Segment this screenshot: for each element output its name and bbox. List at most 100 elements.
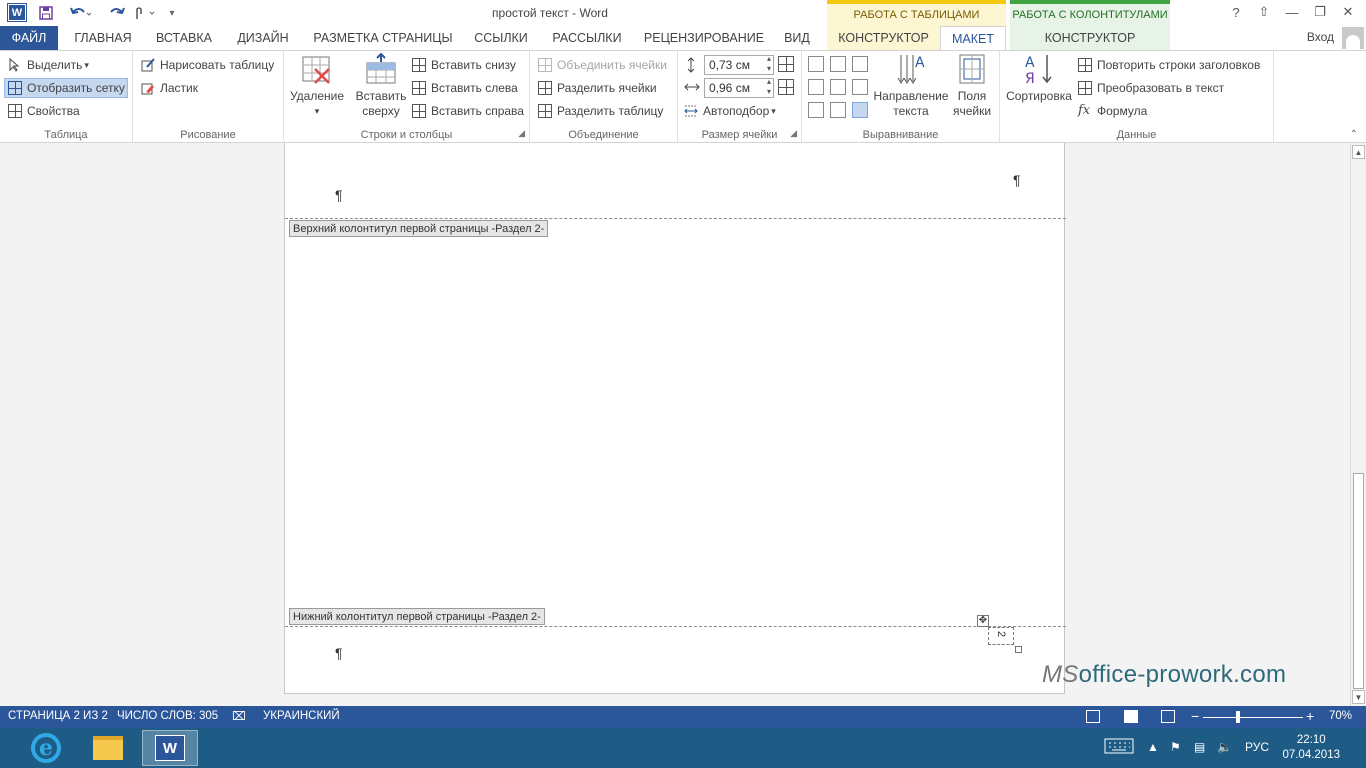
taskbar: e W ▲ ⚑ ▤ 🔈 РУС 22:10 07.04.2013 xyxy=(0,728,1366,768)
avatar[interactable] xyxy=(1342,27,1364,49)
tab-review[interactable]: РЕЦЕНЗИРОВАНИЕ xyxy=(638,26,770,50)
proofing-icon[interactable]: ⌧ xyxy=(232,709,246,723)
dialog-launcher-icon[interactable]: ◢ xyxy=(790,128,797,139)
vertical-scrollbar[interactable]: ▲ ▼ xyxy=(1350,143,1366,706)
align-center-icon[interactable] xyxy=(830,79,846,95)
align-top-right-icon[interactable] xyxy=(852,56,868,72)
document-page[interactable]: ¶ ¶ Верхний колонтитул первой страницы -… xyxy=(284,143,1066,694)
align-bottom-left-icon[interactable] xyxy=(808,102,824,118)
distribute-rows-icon[interactable] xyxy=(778,56,794,72)
sort-button[interactable]: AЯ Сортировка xyxy=(1004,53,1074,104)
scroll-up-icon[interactable]: ▲ xyxy=(1352,145,1365,159)
word-count[interactable]: ЧИСЛО СЛОВ: 305 xyxy=(117,710,218,722)
redo-icon[interactable] xyxy=(106,3,128,23)
tab-design[interactable]: ДИЗАЙН xyxy=(228,26,298,50)
clock[interactable]: 22:10 07.04.2013 xyxy=(1282,733,1340,763)
customize-qat-icon[interactable]: ▾ xyxy=(164,3,180,23)
action-center-icon[interactable]: ⚑ xyxy=(1170,740,1181,754)
properties-button[interactable]: Свойства xyxy=(8,101,80,121)
tab-page-layout[interactable]: РАЗМЕТКА СТРАНИЦЫ xyxy=(306,26,460,50)
group-label-cell-size: Размер ячейки xyxy=(701,129,778,141)
web-layout-icon[interactable] xyxy=(1161,710,1175,723)
formula-label: Формула xyxy=(1097,104,1148,118)
zoom-slider-thumb[interactable] xyxy=(1236,711,1240,723)
repeat-header-rows-button[interactable]: Повторить строки заголовков xyxy=(1078,55,1260,75)
input-language[interactable]: РУС xyxy=(1245,740,1269,754)
save-icon[interactable] xyxy=(36,3,56,23)
tab-mailings[interactable]: РАССЫЛКИ xyxy=(544,26,630,50)
table-move-handle-icon[interactable]: ✥ xyxy=(977,615,989,627)
read-mode-icon[interactable] xyxy=(1086,710,1100,723)
dialog-launcher-icon[interactable]: ◢ xyxy=(518,128,525,139)
insert-below-button[interactable]: Вставить снизу xyxy=(412,55,516,75)
formula-button[interactable]: fx Формула xyxy=(1078,101,1147,121)
touch-keyboard-icon[interactable] xyxy=(1104,738,1134,757)
scroll-down-icon[interactable]: ▼ xyxy=(1352,690,1365,704)
align-center-left-icon[interactable] xyxy=(808,79,824,95)
taskbar-word[interactable]: W xyxy=(142,730,198,766)
sign-in-link[interactable]: Вход xyxy=(1307,30,1334,44)
page-number-field[interactable]: 2 xyxy=(988,627,1014,645)
taskbar-internet-explorer[interactable]: e xyxy=(18,730,74,766)
insert-right-button[interactable]: Вставить справа xyxy=(412,101,524,121)
convert-to-text-button[interactable]: Преобразовать в текст xyxy=(1078,78,1224,98)
align-top-left-icon[interactable] xyxy=(808,56,824,72)
tab-references[interactable]: ССЫЛКИ xyxy=(468,26,534,50)
distribute-columns-icon[interactable] xyxy=(778,79,794,95)
align-bottom-center-icon[interactable] xyxy=(830,102,846,118)
align-top-center-icon[interactable] xyxy=(830,56,846,72)
volume-icon[interactable]: 🔈 xyxy=(1217,740,1232,754)
page-count[interactable]: СТРАНИЦА 2 ИЗ 2 xyxy=(8,710,108,722)
paragraph-mark: ¶ xyxy=(335,645,343,661)
ribbon-display-options-icon[interactable]: ⇧ xyxy=(1250,2,1278,22)
insert-left-button[interactable]: Вставить слева xyxy=(412,78,518,98)
tab-header-footer-design[interactable]: КОНСТРУКТОР xyxy=(1010,26,1170,50)
tab-file[interactable]: ФАЙЛ xyxy=(0,26,58,50)
context-header-headers: РАБОТА С КОЛОНТИТУЛАМИ xyxy=(1010,0,1170,26)
zoom-slider-track[interactable] xyxy=(1203,717,1303,718)
draw-table-button[interactable]: Нарисовать таблицу xyxy=(141,55,274,75)
minimize-button[interactable]: — xyxy=(1278,2,1306,22)
merge-cells-button[interactable]: Объединить ячейки xyxy=(538,55,667,75)
scrollbar-thumb[interactable] xyxy=(1353,473,1364,689)
column-width-icon xyxy=(684,80,700,94)
row-height-input[interactable]: 0,73 см xyxy=(704,54,774,75)
touch-mode-icon[interactable] xyxy=(130,3,158,23)
network-icon[interactable]: ▤ xyxy=(1194,740,1205,754)
collapse-ribbon-icon[interactable]: ⌃ xyxy=(1350,129,1358,140)
word-app-icon[interactable]: W xyxy=(7,3,27,22)
delete-button[interactable]: Удаление ▾ xyxy=(290,53,344,119)
tab-home[interactable]: ГЛАВНАЯ xyxy=(66,26,140,50)
tab-table-design[interactable]: КОНСТРУКТОР xyxy=(827,26,940,50)
language-indicator[interactable]: УКРАИНСКИЙ xyxy=(263,710,340,722)
eraser-button[interactable]: Ластик xyxy=(141,78,198,98)
tab-view[interactable]: ВИД xyxy=(778,26,816,50)
insert-above-button[interactable]: Вставить сверху xyxy=(352,52,410,119)
zoom-out-button[interactable]: − xyxy=(1191,708,1199,724)
restore-button[interactable]: ❐ xyxy=(1306,2,1334,22)
text-direction-button[interactable]: A Направление текста xyxy=(872,53,950,119)
zoom-in-button[interactable]: + xyxy=(1306,708,1314,724)
select-button[interactable]: Выделить ▾ xyxy=(8,55,89,75)
insert-above-icon xyxy=(365,52,397,85)
print-layout-icon[interactable] xyxy=(1124,710,1138,723)
split-cells-button[interactable]: Разделить ячейки xyxy=(538,78,657,98)
column-width-input[interactable]: 0,96 см xyxy=(704,77,774,98)
merge-cells-icon xyxy=(538,58,552,72)
close-button[interactable]: ✕ xyxy=(1334,2,1362,22)
taskbar-file-explorer[interactable] xyxy=(80,730,136,766)
cell-margins-button[interactable]: Поля ячейки xyxy=(950,53,994,119)
tab-table-layout[interactable]: МАКЕТ xyxy=(940,26,1006,50)
svg-text:Я: Я xyxy=(1025,71,1035,85)
tab-insert[interactable]: ВСТАВКА xyxy=(148,26,220,50)
align-bottom-right-icon[interactable] xyxy=(852,102,868,118)
autofit-button[interactable]: Автоподбор ▾ xyxy=(684,101,776,121)
view-gridlines-button[interactable]: Отобразить сетку xyxy=(4,78,128,98)
undo-icon[interactable] xyxy=(66,3,96,23)
table-resize-handle[interactable] xyxy=(1015,646,1022,653)
show-hidden-icons-icon[interactable]: ▲ xyxy=(1147,740,1159,754)
align-center-right-icon[interactable] xyxy=(852,79,868,95)
zoom-level[interactable]: 70% xyxy=(1329,710,1352,722)
help-button[interactable]: ? xyxy=(1222,2,1250,22)
split-table-button[interactable]: Разделить таблицу xyxy=(538,101,663,121)
